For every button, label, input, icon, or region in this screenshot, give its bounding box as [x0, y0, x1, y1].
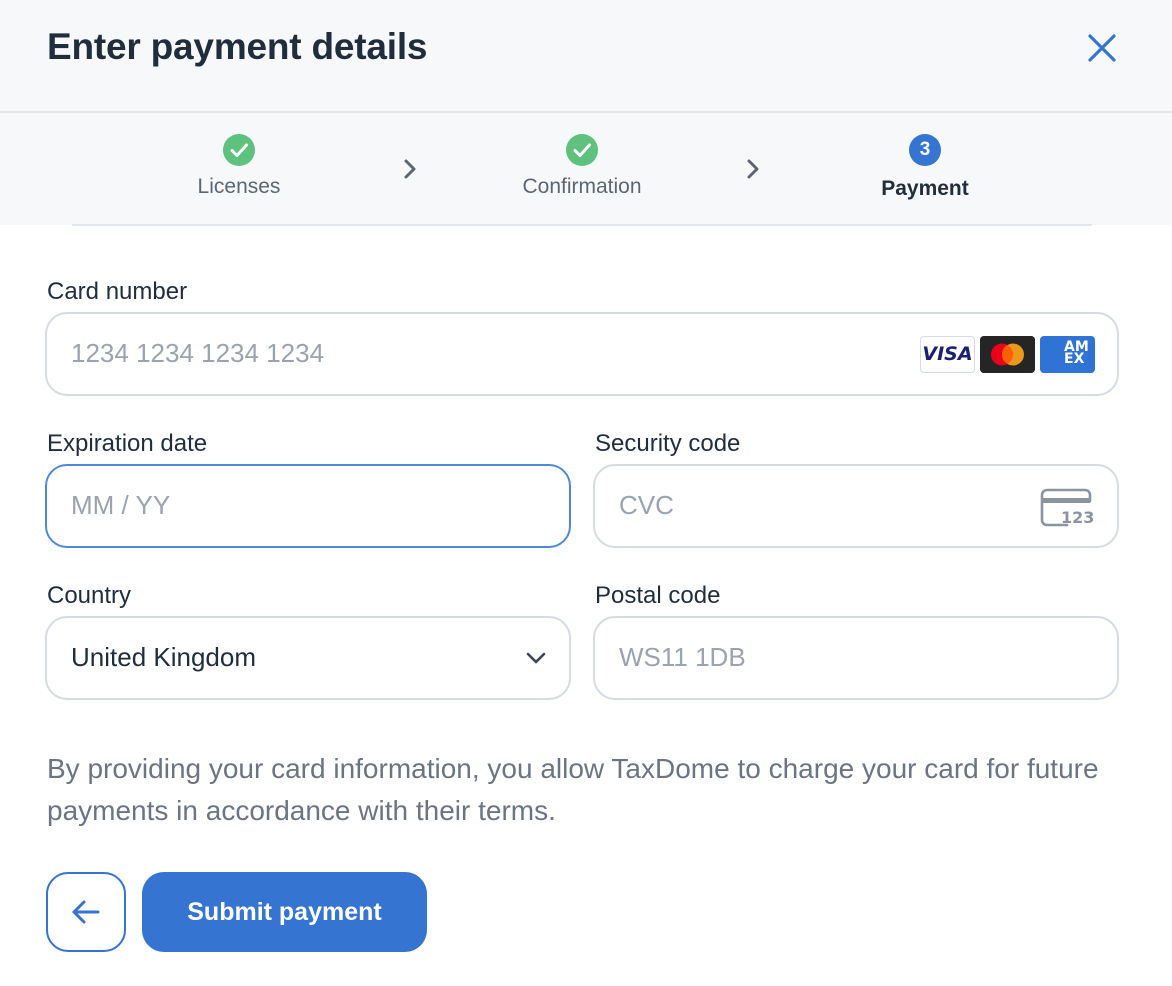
check-circle-icon [566, 134, 598, 166]
amex-icon: AM EX [1040, 336, 1095, 373]
country-label: Country [47, 582, 132, 609]
visa-icon: VISA [920, 336, 975, 373]
back-button[interactable] [46, 872, 126, 952]
card-number-placeholder: 1234 1234 1234 1234 [71, 338, 325, 368]
submit-payment-button[interactable]: Submit payment [142, 872, 427, 952]
country-select[interactable]: United Kingdom [45, 616, 571, 700]
card-number-label: Card number [47, 278, 188, 305]
chevron-right-icon [404, 159, 416, 179]
postal-code-label: Postal code [595, 582, 721, 609]
security-code-field[interactable]: CVC 123 [593, 464, 1119, 548]
expiration-placeholder: MM / YY [71, 490, 171, 520]
dialog-title: Enter payment details [47, 26, 428, 67]
mastercard-icon [980, 336, 1035, 373]
step-confirmation: Confirmation [472, 113, 692, 225]
step-payment: 3 Payment [815, 113, 1035, 225]
dialog-header: Enter payment details [0, 0, 1172, 113]
close-icon[interactable] [1082, 28, 1122, 68]
divider [72, 224, 1092, 226]
step-number-badge: 3 [909, 134, 941, 166]
chevron-down-icon [526, 652, 546, 664]
payment-authorization-notice: By providing your card information, you … [47, 753, 1099, 826]
cvc-card-icon: 123 [1039, 487, 1095, 527]
postal-code-field[interactable]: WS11 1DB [593, 616, 1119, 700]
country-value: United Kingdom [71, 642, 256, 672]
check-circle-icon [223, 134, 255, 166]
arrow-left-icon [72, 900, 100, 924]
stepper: Licenses Confirmation 3 Payment [0, 113, 1172, 225]
security-code-label: Security code [595, 430, 741, 457]
step-licenses: Licenses [129, 113, 349, 225]
step-label: Payment [881, 177, 969, 200]
postal-code-placeholder: WS11 1DB [619, 642, 746, 672]
step-label: Confirmation [522, 175, 642, 198]
expiration-date-field[interactable]: MM / YY [45, 464, 571, 548]
security-code-placeholder: CVC [619, 490, 674, 520]
expiration-date-label: Expiration date [47, 430, 208, 457]
card-number-field[interactable]: 1234 1234 1234 1234 VISA AM EX [45, 312, 1119, 396]
step-label: Licenses [197, 175, 281, 198]
chevron-right-icon [747, 159, 759, 179]
cvc-icon-text: 123 [1061, 508, 1095, 527]
